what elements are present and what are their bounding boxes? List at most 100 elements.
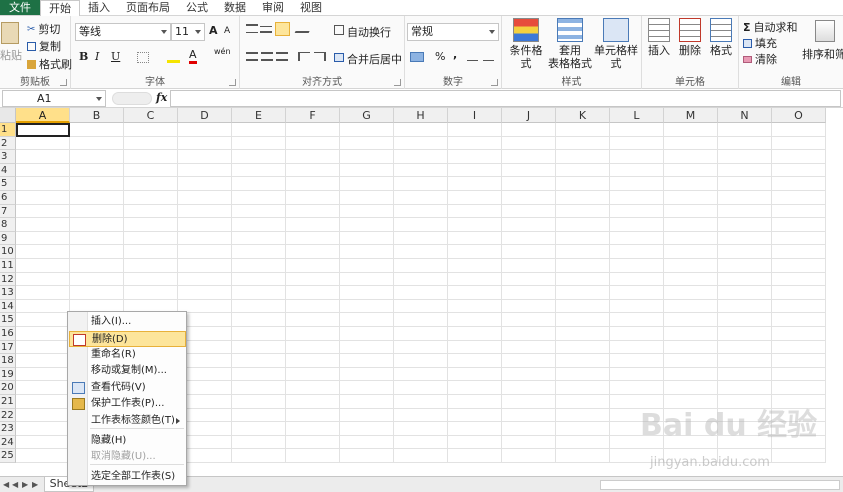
decrease-decimal-icon[interactable] xyxy=(483,52,494,61)
align-center-icon[interactable] xyxy=(261,52,273,61)
font-color-button[interactable]: A xyxy=(189,49,197,64)
delete-cells-button[interactable]: 删除 xyxy=(675,18,705,57)
font-launcher-icon[interactable] xyxy=(229,79,236,86)
last-sheet-icon[interactable]: ▶ xyxy=(32,480,38,489)
conditional-format-button[interactable]: 条件格式 xyxy=(505,18,547,70)
row-header[interactable]: 22 xyxy=(0,408,16,423)
tab-insert[interactable]: 插入 xyxy=(80,0,118,15)
row-header[interactable]: 18 xyxy=(0,354,16,368)
bold-button[interactable]: B xyxy=(79,50,88,63)
tab-page-layout[interactable]: 页面布局 xyxy=(118,0,178,15)
first-sheet-icon[interactable]: ◀ xyxy=(3,480,9,489)
row-header[interactable]: 3 xyxy=(0,150,16,164)
formula-input[interactable] xyxy=(170,90,841,107)
autosum-button[interactable]: Σ 自动求和 xyxy=(743,19,798,35)
context-menu-item[interactable]: 保护工作表(P)... xyxy=(69,396,186,412)
row-header[interactable]: 14 xyxy=(0,299,16,314)
row-header[interactable]: 24 xyxy=(0,435,16,450)
next-sheet-icon[interactable]: ▶ xyxy=(22,480,28,489)
increase-decimal-icon[interactable] xyxy=(467,52,478,61)
column-header[interactable]: C xyxy=(124,108,178,123)
column-header[interactable]: O xyxy=(772,108,826,123)
context-menu-item[interactable]: 移动或复制(M)... xyxy=(69,363,186,379)
merge-center-button[interactable]: 合并后居中 xyxy=(347,51,402,67)
context-menu-item[interactable]: 删除(D) xyxy=(69,331,186,347)
select-all-button[interactable] xyxy=(0,108,16,123)
paste-button[interactable]: 粘贴 xyxy=(0,47,22,63)
align-middle-icon[interactable] xyxy=(260,26,272,33)
row-header[interactable]: 1 xyxy=(0,123,16,137)
format-cells-button[interactable]: 格式 xyxy=(706,18,736,57)
row-header[interactable]: 11 xyxy=(0,259,16,273)
active-cell[interactable] xyxy=(16,123,70,137)
insert-cells-button[interactable]: 插入 xyxy=(644,18,674,57)
context-menu-item[interactable]: 插入(I)... xyxy=(69,314,186,330)
align-bottom-icon[interactable] xyxy=(275,22,290,36)
increase-indent-icon[interactable] xyxy=(314,52,326,61)
grow-font-button[interactable]: A xyxy=(209,24,218,37)
font-size-select[interactable]: 11 xyxy=(171,23,205,41)
currency-icon[interactable] xyxy=(410,52,424,62)
name-box[interactable]: A1 xyxy=(2,90,106,107)
cell-styles-button[interactable]: 单元格样式 xyxy=(590,18,642,70)
column-header[interactable]: K xyxy=(556,108,610,123)
format-as-table-button[interactable]: 套用 表格格式 xyxy=(548,18,592,70)
row-header[interactable]: 5 xyxy=(0,177,16,191)
row-header[interactable]: 20 xyxy=(0,381,16,395)
borders-icon[interactable] xyxy=(137,52,149,63)
context-menu-item[interactable]: 重命名(R) xyxy=(69,347,186,363)
font-name-select[interactable]: 等线 xyxy=(75,23,171,41)
paste-icon[interactable] xyxy=(1,22,19,44)
align-top-icon[interactable] xyxy=(246,24,258,33)
tab-file[interactable]: 文件 xyxy=(0,0,40,15)
fill-button[interactable]: 填充 xyxy=(743,35,777,51)
context-menu-item[interactable]: 查看代码(V) xyxy=(69,380,186,396)
row-header[interactable]: 15 xyxy=(0,313,16,327)
tab-view[interactable]: 视图 xyxy=(292,0,330,15)
decrease-indent-icon[interactable] xyxy=(298,52,310,61)
format-painter-button[interactable]: 格式刷 xyxy=(27,56,72,72)
tab-formulas[interactable]: 公式 xyxy=(178,0,216,15)
prev-sheet-icon[interactable]: ◀ xyxy=(12,480,18,489)
row-header[interactable]: 6 xyxy=(0,191,16,205)
column-header[interactable]: E xyxy=(232,108,286,123)
phonetic-button[interactable]: wén xyxy=(214,47,231,56)
tab-review[interactable]: 审阅 xyxy=(254,0,292,15)
column-header[interactable]: A xyxy=(16,108,70,123)
column-header[interactable]: D xyxy=(178,108,232,123)
row-header[interactable]: 7 xyxy=(0,204,16,219)
row-header[interactable]: 17 xyxy=(0,340,16,355)
row-header[interactable]: 9 xyxy=(0,231,16,246)
column-header[interactable]: N xyxy=(718,108,772,123)
row-header[interactable]: 19 xyxy=(0,367,16,382)
row-header[interactable]: 21 xyxy=(0,395,16,409)
underline-button[interactable]: U xyxy=(111,50,120,63)
horizontal-scrollbar[interactable] xyxy=(600,480,840,490)
fill-color-icon[interactable] xyxy=(167,51,180,63)
row-header[interactable]: 8 xyxy=(0,218,16,232)
number-launcher-icon[interactable] xyxy=(491,79,498,86)
row-header[interactable]: 13 xyxy=(0,286,16,300)
align-right-icon[interactable] xyxy=(276,52,288,61)
column-header[interactable]: L xyxy=(610,108,664,123)
column-header[interactable]: G xyxy=(340,108,394,123)
row-header[interactable]: 25 xyxy=(0,449,16,463)
context-menu-item[interactable]: 隐藏(H) xyxy=(69,433,186,449)
orientation-icon[interactable] xyxy=(294,23,314,33)
column-header[interactable]: H xyxy=(394,108,448,123)
row-header[interactable]: 16 xyxy=(0,327,16,341)
row-header[interactable]: 4 xyxy=(0,163,16,178)
context-menu-item[interactable]: 选定全部工作表(S) xyxy=(69,469,186,485)
sort-filter-icon[interactable] xyxy=(815,20,835,42)
comma-button[interactable]: , xyxy=(453,48,457,61)
italic-button[interactable]: I xyxy=(95,50,99,63)
alignment-launcher-icon[interactable] xyxy=(394,79,401,86)
row-header[interactable]: 12 xyxy=(0,272,16,287)
number-format-select[interactable]: 常规 xyxy=(407,23,499,41)
copy-button[interactable]: 复制 xyxy=(27,38,61,54)
context-menu-item[interactable]: 工作表标签颜色(T) xyxy=(69,413,186,429)
row-header[interactable]: 23 xyxy=(0,422,16,436)
column-header[interactable]: F xyxy=(286,108,340,123)
insert-function-button[interactable]: fx xyxy=(156,91,167,104)
align-left-icon[interactable] xyxy=(246,52,258,61)
